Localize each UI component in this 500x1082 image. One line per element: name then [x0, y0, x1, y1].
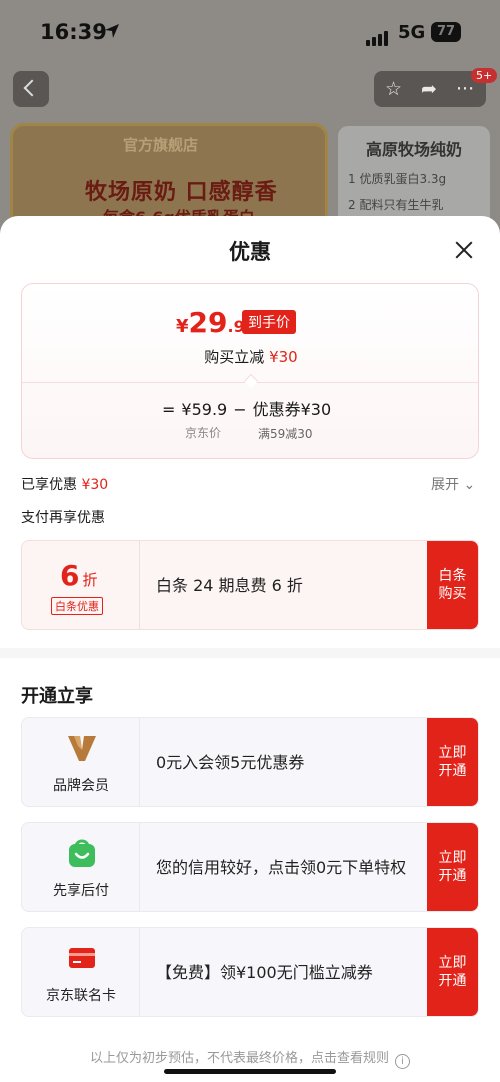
signal-icon — [366, 27, 390, 46]
green-bag-icon — [69, 839, 95, 867]
footer-note[interactable]: 以上仅为初步预估，不代表最终价格，点击查看规则 i — [0, 1047, 500, 1069]
price-formula: = ¥59.9− 优惠券¥30 — [162, 400, 332, 419]
final-price: ¥29.9 — [176, 306, 245, 339]
coupon-rule-label: 满59减30 — [258, 427, 313, 441]
section-separator — [0, 648, 500, 658]
status-time: 16:39 — [40, 20, 107, 44]
baitiao-tag: 白条优惠 — [51, 597, 103, 615]
discount-value: 6折 — [60, 559, 98, 592]
message-badge: 5+ — [471, 68, 498, 83]
discount-sheet: 优惠 ¥29.9 到手价 购买立减 ¥30 = ¥59.9− 优惠券¥30 京东价 … — [0, 216, 500, 1082]
pay-more-label: 支付再享优惠 — [21, 510, 105, 526]
banner-slogan: 牧场原奶 口感醇香 — [85, 180, 278, 205]
enjoyed-discount: 已享优惠 ¥30 — [21, 477, 109, 493]
expand-button[interactable]: 展开 ⌄ — [431, 474, 475, 494]
offer-label: 京东联名卡 — [46, 988, 116, 1004]
network-label: 5G — [398, 22, 426, 43]
more-icon[interactable]: ··· — [456, 79, 474, 99]
top-actions: ☆ ➦ ··· — [374, 71, 486, 107]
brand-member-card: 品牌会员 0元入会领5元优惠券 立即开通 — [21, 717, 479, 807]
chevron-down-icon: ⌄ — [463, 477, 476, 493]
red-card-icon — [69, 948, 95, 968]
open-now-button[interactable]: 立即开通 — [427, 928, 478, 1016]
reduce-line: 购买立减 ¥30 — [204, 348, 298, 366]
open-now-button[interactable]: 立即开通 — [427, 823, 478, 911]
offer-text: 白条 24 期息费 6 折 — [156, 575, 303, 595]
close-icon[interactable] — [452, 238, 476, 262]
open-now-button[interactable]: 立即开通 — [427, 718, 478, 806]
pay-later-card: 先享后付 您的信用较好，点击领0元下单特权 立即开通 — [21, 822, 479, 912]
side-title: 高原牧场纯奶 — [366, 140, 463, 159]
chevron-left-icon — [23, 79, 41, 97]
offer-text: 【免费】领¥100无门槛立减券 — [156, 962, 373, 982]
notch — [243, 373, 259, 389]
star-icon[interactable]: ☆ — [385, 79, 402, 99]
home-indicator — [164, 1069, 336, 1074]
final-price-tag: 到手价 — [242, 310, 296, 334]
status-bar: 16:39 5G 77 — [0, 0, 500, 64]
share-icon[interactable]: ➦ — [421, 79, 437, 99]
v-brand-icon — [68, 736, 96, 761]
location-arrow-icon — [105, 24, 119, 38]
baitiao-offer-card: 6折 白条优惠 白条 24 期息费 6 折 白条购买 — [21, 540, 479, 630]
baitiao-buy-button[interactable]: 白条购买 — [427, 541, 478, 629]
info-icon[interactable]: i — [395, 1054, 410, 1069]
price-summary: ¥29.9 到手价 购买立减 ¥30 = ¥59.9− 优惠券¥30 京东价 满59… — [21, 283, 479, 459]
co-brand-card-offer: 京东联名卡 【免费】领¥100无门槛立减券 立即开通 — [21, 927, 479, 1017]
sheet-title: 优惠 — [229, 240, 271, 264]
offer-label: 品牌会员 — [53, 778, 109, 794]
offer-label: 先享后付 — [53, 883, 109, 899]
battery-icon: 77 — [431, 22, 461, 42]
base-price-label: 京东价 — [185, 426, 222, 440]
side-line: 1 优质乳蛋白3.3g — [348, 172, 447, 186]
offer-text: 您的信用较好，点击领0元下单特权 — [156, 857, 407, 877]
open-section-title: 开通立享 — [21, 686, 93, 707]
store-label: 官方旗舰店 — [123, 136, 199, 154]
back-button[interactable] — [13, 71, 49, 107]
side-line: 2 配料只有生牛乳 — [348, 198, 444, 212]
offer-text: 0元入会领5元优惠券 — [156, 752, 305, 772]
